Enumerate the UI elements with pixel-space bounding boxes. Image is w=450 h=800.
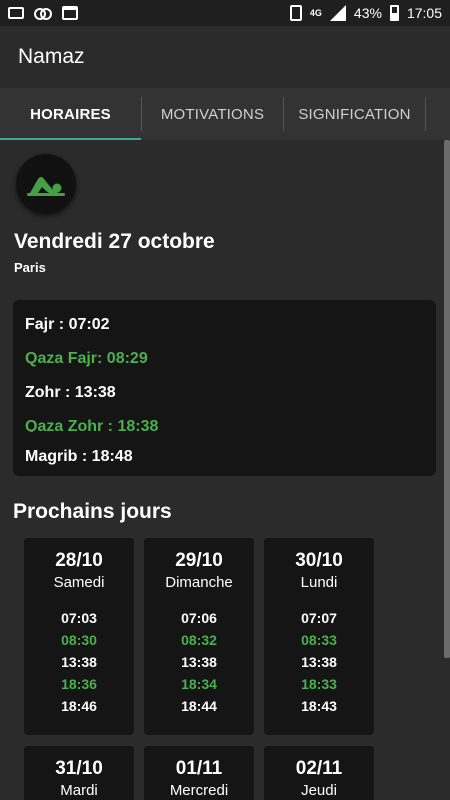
city-label: Paris bbox=[14, 260, 46, 275]
prayer-qaza-fajr: Qaza Fajr: 08:29 bbox=[25, 350, 148, 367]
tab-horaires[interactable]: HORAIRES bbox=[0, 88, 141, 140]
tab-motivations[interactable]: MOTIVATIONS bbox=[142, 88, 283, 140]
time-zohr: 13:38 bbox=[61, 654, 97, 670]
time-magrib: 18:43 bbox=[301, 698, 337, 714]
next-days-title: Prochains jours bbox=[13, 500, 172, 523]
day-card[interactable]: 28/10 Samedi 07:03 08:30 13:38 18:36 18:… bbox=[24, 538, 134, 735]
prayer-zohr: Zohr : 13:38 bbox=[25, 384, 116, 401]
scrollbar[interactable] bbox=[444, 140, 450, 658]
day-name: Samedi bbox=[53, 574, 105, 591]
day-name: Jeudi bbox=[301, 782, 337, 799]
status-bar: 4G 43% 17:05 bbox=[0, 0, 450, 26]
prayer-list[interactable]: Fajr : 07:02 Qaza Fajr: 08:29 Zohr : 13:… bbox=[25, 300, 424, 432]
time-fajr: 07:06 bbox=[181, 610, 217, 626]
time-magrib: 18:46 bbox=[61, 698, 97, 714]
battery-icon bbox=[389, 5, 399, 21]
vibrate-icon bbox=[289, 5, 302, 21]
today-prayers-card[interactable]: Fajr : 07:02 Qaza Fajr: 08:29 Zohr : 13:… bbox=[13, 300, 436, 476]
time-zohr: 13:38 bbox=[181, 654, 217, 670]
day-name: Mardi bbox=[60, 782, 98, 799]
time-qaza-zohr: 18:36 bbox=[61, 676, 97, 692]
voicemail-icon bbox=[34, 8, 52, 20]
day-date: 01/11 bbox=[175, 758, 223, 779]
battery-percent: 43% bbox=[353, 5, 382, 21]
clock: 17:05 bbox=[406, 5, 442, 21]
day-name: Mercredi bbox=[169, 782, 229, 799]
tab-bar: HORAIRES MOTIVATIONS SIGNIFICATION bbox=[0, 88, 450, 140]
image-icon bbox=[8, 7, 24, 19]
time-zohr: 13:38 bbox=[301, 654, 337, 670]
prostration-icon bbox=[27, 177, 65, 196]
time-fajr: 07:07 bbox=[301, 610, 337, 626]
app-title: Namaz bbox=[18, 45, 85, 68]
day-card[interactable]: 31/10 Mardi bbox=[24, 746, 134, 800]
time-magrib: 18:44 bbox=[181, 698, 217, 714]
app-bar: Namaz bbox=[0, 26, 450, 88]
day-date: 28/10 bbox=[55, 550, 103, 571]
time-qaza-zohr: 18:34 bbox=[181, 676, 217, 692]
time-qaza-fajr: 08:30 bbox=[61, 632, 97, 648]
day-card[interactable]: 29/10 Dimanche 07:06 08:32 13:38 18:34 1… bbox=[144, 538, 254, 735]
day-card[interactable]: 30/10 Lundi 07:07 08:33 13:38 18:33 18:4… bbox=[264, 538, 374, 735]
signal-icon bbox=[329, 5, 346, 21]
day-date: 30/10 bbox=[295, 550, 343, 571]
day-name: Lundi bbox=[300, 574, 338, 591]
tab-divider bbox=[425, 97, 426, 131]
prayer-icon bbox=[16, 154, 76, 214]
day-name: Dimanche bbox=[165, 574, 233, 591]
time-qaza-zohr: 18:33 bbox=[301, 676, 337, 692]
network-type: 4G bbox=[309, 8, 322, 18]
prayer-magrib: Magrib : 18:48 bbox=[25, 448, 133, 465]
time-qaza-fajr: 08:32 bbox=[181, 632, 217, 648]
prayer-qaza-zohr: Qaza Zohr : 18:38 bbox=[25, 418, 159, 432]
today-date: Vendredi 27 octobre bbox=[14, 230, 215, 253]
day-date: 02/11 bbox=[295, 758, 343, 779]
day-date: 31/10 bbox=[55, 758, 103, 779]
calendar-icon bbox=[62, 6, 78, 20]
time-fajr: 07:03 bbox=[61, 610, 97, 626]
tab-signification[interactable]: SIGNIFICATION bbox=[284, 88, 425, 140]
day-date: 29/10 bbox=[175, 550, 223, 571]
day-card[interactable]: 01/11 Mercredi bbox=[144, 746, 254, 800]
time-qaza-fajr: 08:33 bbox=[301, 632, 337, 648]
day-card[interactable]: 02/11 Jeudi bbox=[264, 746, 374, 800]
prayer-fajr: Fajr : 07:02 bbox=[25, 316, 110, 333]
horaires-content[interactable]: Vendredi 27 octobre Paris Fajr : 07:02 Q… bbox=[0, 140, 450, 800]
